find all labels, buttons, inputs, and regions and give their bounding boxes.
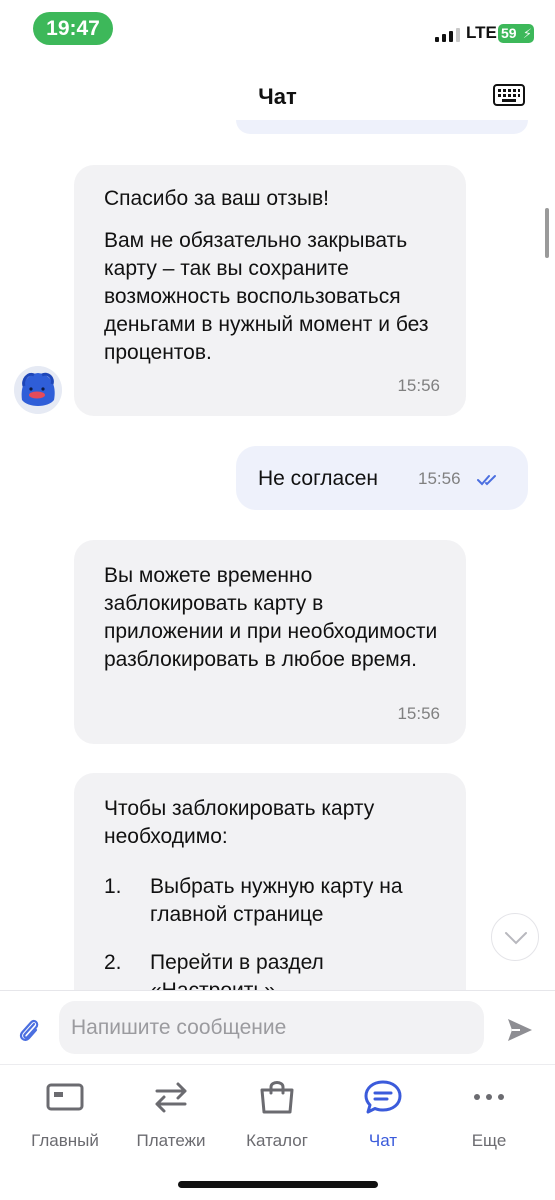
chat-bubble-icon [364, 1080, 402, 1114]
message-time: 15:56 [397, 376, 440, 395]
message-time: 15:56 [397, 704, 440, 723]
tab-label: Чат [368, 1131, 398, 1150]
list-item: 1. Выбрать нужную карту на главной стран… [104, 873, 446, 929]
message-input[interactable] [59, 1001, 484, 1054]
card-icon [46, 1083, 84, 1111]
scroll-down-button[interactable] [491, 913, 539, 961]
more-dots-icon [474, 1094, 504, 1100]
keyboard-icon[interactable] [493, 84, 525, 106]
bot-avatar [14, 366, 62, 414]
chat-feed[interactable]: Спасибо за ваш отзыв! Вам не обязательно… [0, 120, 555, 990]
page-title: Чат [258, 84, 297, 109]
battery-icon: 59 ⚡ [498, 24, 534, 43]
message-text: Спасибо за ваш отзыв! [104, 187, 329, 210]
list-text: Выбрать нужную карту на главной странице [150, 875, 403, 926]
list-number: 1. [104, 875, 122, 898]
tab-main[interactable]: Главный [12, 1079, 118, 1159]
network-label: LTE [466, 23, 497, 42]
message-composer [0, 990, 555, 1064]
tab-payments[interactable]: Платежи [118, 1079, 224, 1159]
bottom-tab-bar: Главный Платежи Каталог Чат Еще [0, 1064, 555, 1200]
tab-catalog[interactable]: Каталог [224, 1079, 330, 1159]
status-time: 19:47 [33, 12, 113, 45]
scrollbar[interactable] [545, 208, 549, 258]
tab-label: Главный [31, 1131, 99, 1150]
list-item: 2. Перейти в раздел «Настроить» [104, 949, 446, 990]
list-text: Перейти в раздел «Настроить» [150, 951, 324, 990]
message-text: Вы можете временно заблокировать карту в… [104, 564, 438, 671]
send-icon[interactable] [506, 1017, 534, 1043]
message-text: Вам не обязательно закрывать карту – так… [104, 229, 429, 364]
message-text: Не согласен [258, 467, 379, 490]
transfer-arrows-icon [155, 1082, 187, 1113]
message-text: Чтобы заблокировать карту необходимо: [104, 797, 375, 848]
list-number: 2. [104, 951, 122, 974]
shopping-bag-icon [260, 1081, 294, 1114]
tab-more[interactable]: Еще [436, 1079, 542, 1159]
home-indicator [178, 1181, 378, 1188]
previous-message-bubble [236, 120, 528, 134]
tab-label: Платежи [136, 1131, 206, 1150]
chevron-down-icon [505, 932, 527, 945]
bot-message: Вы можете временно заблокировать карту в… [74, 540, 466, 744]
paperclip-icon[interactable] [16, 1015, 42, 1045]
battery-level: 59 [501, 25, 517, 41]
user-message: Не согласен 15:56 [236, 446, 528, 510]
bot-message: Чтобы заблокировать карту необходимо: 1.… [74, 773, 466, 990]
tab-chat[interactable]: Чат [330, 1079, 436, 1159]
tab-label: Каталог [246, 1131, 308, 1150]
bot-message: Спасибо за ваш отзыв! Вам не обязательно… [74, 165, 466, 416]
signal-icon [435, 26, 460, 42]
tab-label: Еще [471, 1131, 507, 1150]
status-bar: 19:47 LTE 59 ⚡ [0, 0, 555, 62]
double-check-icon [477, 475, 496, 486]
message-time: 15:56 [418, 469, 461, 488]
